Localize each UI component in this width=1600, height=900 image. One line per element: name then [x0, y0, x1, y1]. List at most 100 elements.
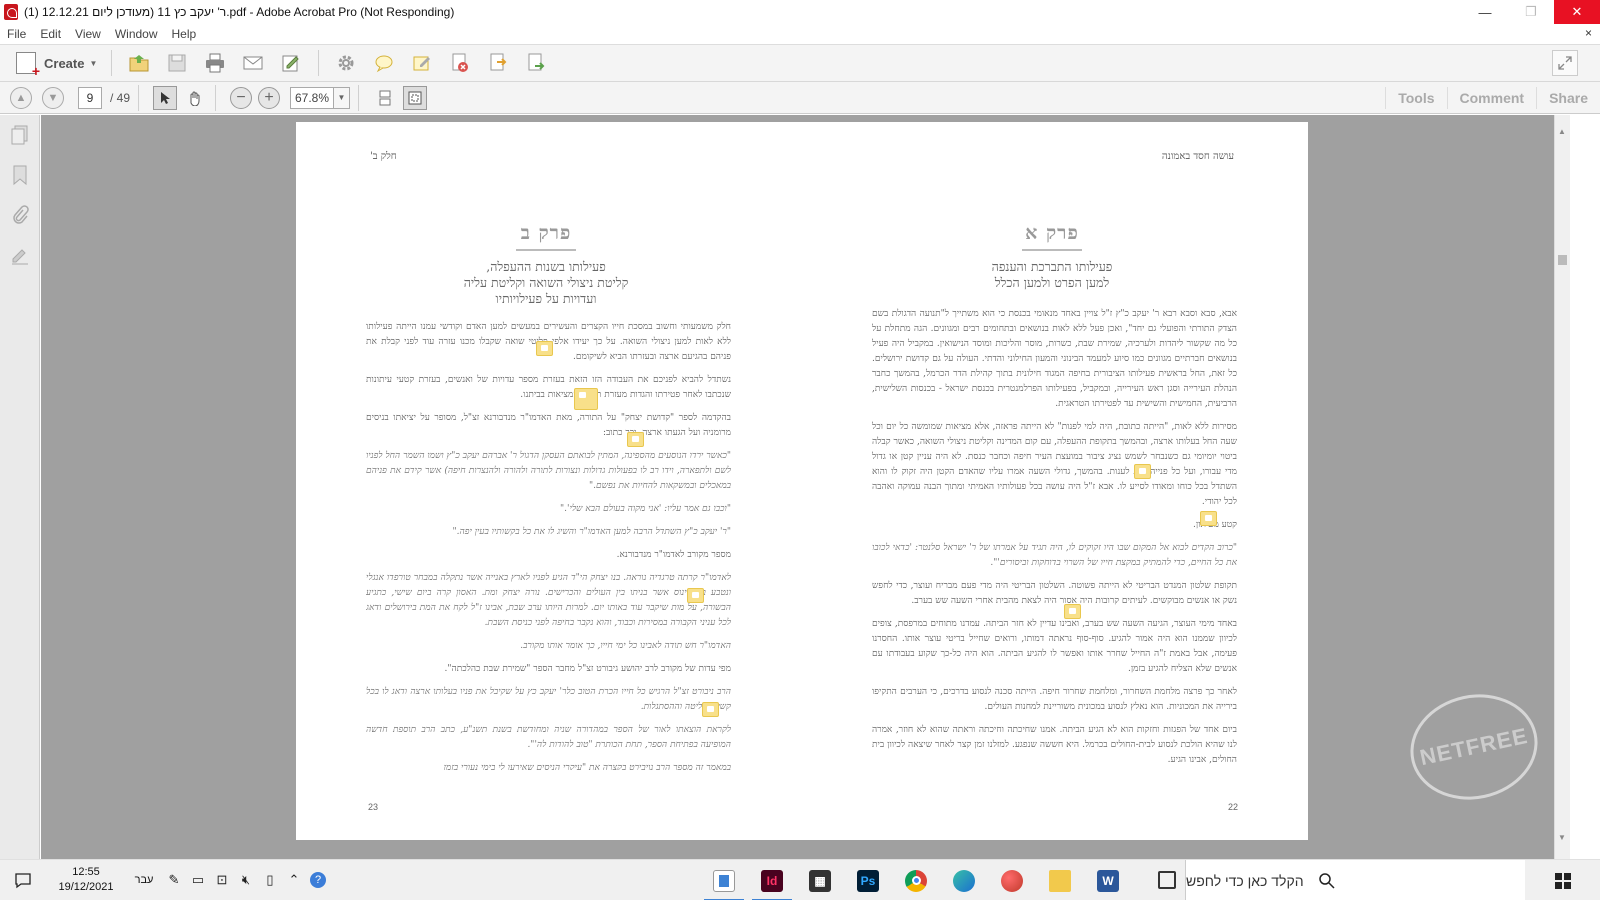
taskbar-edge[interactable]: [940, 860, 988, 900]
attachments-button[interactable]: [0, 195, 40, 235]
comment-note-icon[interactable]: [1200, 511, 1217, 526]
close-document-button[interactable]: ×: [1585, 26, 1592, 40]
scroll-down-icon[interactable]: ▼: [1558, 833, 1566, 842]
hand-tool-button[interactable]: [183, 86, 207, 110]
watermark-text: NETFREE: [1417, 722, 1531, 771]
toolbar-divider: [111, 50, 113, 76]
language-indicator[interactable]: עבר: [126, 874, 162, 886]
tab-share[interactable]: Share: [1536, 87, 1600, 109]
right-chapter-heading: פרק א פעילותו התברכת והענפה למען הפרט ול…: [842, 222, 1262, 291]
comment-note-icon[interactable]: [687, 588, 704, 603]
page-thumbnails-icon: [11, 125, 28, 145]
main-toolbar: Create ▼: [0, 44, 1600, 82]
menu-window[interactable]: Window: [108, 27, 165, 41]
taskbar-file-explorer[interactable]: [1036, 860, 1084, 900]
select-tool-button[interactable]: [153, 85, 178, 110]
zoom-out-button[interactable]: −: [230, 86, 253, 109]
delete-page-icon[interactable]: [447, 50, 473, 76]
bookmark-icon: [13, 165, 27, 186]
task-view-icon[interactable]: [1158, 871, 1176, 889]
taskbar-indesign[interactable]: Id: [748, 860, 796, 900]
taskbar-chrome[interactable]: [892, 860, 940, 900]
left-chapter-title: פרק ב: [520, 222, 572, 244]
document-viewport[interactable]: עושה חסד באמונה פרק א פעילותו התברכת והע…: [41, 115, 1554, 859]
network-icon[interactable]: ⊡: [210, 860, 234, 900]
bookmarks-button[interactable]: [0, 155, 40, 195]
hand-icon: [190, 91, 200, 106]
paragraph: ביום אחד של הפגזות וחזקות הוא לא הגיע הב…: [872, 725, 1237, 765]
send-document-icon[interactable]: [523, 50, 549, 76]
start-button[interactable]: [1525, 860, 1600, 900]
indesign-icon: Id: [761, 869, 783, 892]
paragraph: באחד מימי העוצר, הגיעה השעה שש בערב, ואב…: [872, 619, 1237, 674]
device-icon[interactable]: ▯: [258, 860, 282, 900]
arrow-down-icon: ▼: [47, 91, 59, 104]
close-window-button[interactable]: ✕: [1554, 0, 1600, 24]
page-scroll-icon: [379, 90, 391, 105]
photoshop-icon: Ps: [857, 869, 879, 892]
create-button[interactable]: Create ▼: [10, 49, 103, 79]
highlight-edit-icon[interactable]: [409, 50, 435, 76]
taskbar-search-input[interactable]: הקלד כאן כדי לחפש: [1185, 860, 1525, 900]
left-chapter-subtitle-2: קליטת ניצולי השואה וקליטת עליה: [463, 275, 629, 290]
sign-document-icon[interactable]: [278, 50, 304, 76]
expand-view-button[interactable]: [1552, 50, 1578, 76]
chevron-up-icon[interactable]: ⌃: [282, 860, 306, 900]
settings-gear-icon[interactable]: [333, 50, 359, 76]
comment-note-icon[interactable]: [536, 341, 553, 356]
signatures-button[interactable]: [0, 235, 40, 275]
tab-comment[interactable]: Comment: [1446, 87, 1537, 109]
paragraph: מפי עדות של מקורב לרב יהושע גיבורט זצ"ל …: [444, 664, 731, 674]
taskbar-acrobat[interactable]: [700, 860, 748, 900]
comment-note-icon[interactable]: [627, 432, 644, 447]
open-folder-icon[interactable]: [126, 50, 152, 76]
page-number-input[interactable]: 9: [78, 86, 102, 109]
menu-help[interactable]: Help: [165, 27, 204, 41]
email-icon[interactable]: [240, 50, 266, 76]
menu-view[interactable]: View: [68, 27, 108, 41]
comment-bubble-icon[interactable]: [371, 50, 397, 76]
comment-note-icon[interactable]: [574, 388, 598, 410]
minimize-button[interactable]: —: [1462, 0, 1508, 24]
menu-edit[interactable]: Edit: [33, 27, 68, 41]
comment-note-icon[interactable]: [1134, 464, 1151, 479]
scroll-mode-button[interactable]: [373, 86, 397, 110]
zoom-dropdown-button[interactable]: ▼: [334, 86, 351, 109]
tab-tools[interactable]: Tools: [1385, 87, 1446, 109]
save-icon[interactable]: [164, 50, 190, 76]
vertical-scrollbar[interactable]: ▲ ▼: [1554, 115, 1570, 859]
zoom-level-input[interactable]: 67.8%: [290, 86, 335, 109]
word-icon: W: [1097, 869, 1119, 892]
notifications-button[interactable]: [0, 860, 46, 900]
print-icon[interactable]: [202, 50, 228, 76]
quote-paragraph: "כאשר ירדו הנוסעים מהספינה, המתין לבואתם…: [366, 451, 731, 491]
page-thumbnails-button[interactable]: [0, 115, 40, 155]
search-placeholder: הקלד כאן כדי לחפש: [1186, 872, 1304, 889]
fit-page-button[interactable]: [403, 85, 428, 110]
previous-page-button[interactable]: ▲: [10, 86, 32, 109]
next-page-button[interactable]: ▼: [42, 86, 64, 109]
comment-note-icon[interactable]: [702, 702, 719, 717]
taskbar-word[interactable]: W: [1084, 860, 1132, 900]
chrome-icon: [905, 869, 927, 892]
taskbar-multi-app[interactable]: [988, 860, 1036, 900]
scrollbar-thumb[interactable]: [1558, 255, 1567, 265]
restore-button[interactable]: ❐: [1508, 0, 1554, 24]
calculator-icon: ▦: [809, 869, 831, 892]
export-document-icon[interactable]: [485, 50, 511, 76]
taskbar-apps: Id ▦ Ps W: [700, 860, 1132, 900]
cursor-arrow-icon: [161, 91, 171, 104]
taskbar-photoshop[interactable]: Ps: [844, 860, 892, 900]
battery-icon[interactable]: ▭: [186, 860, 210, 900]
scroll-up-icon[interactable]: ▲: [1558, 127, 1566, 136]
paragraph: תקופת שלטון המנדט הבריטי לא הייתה פשוטה.…: [872, 581, 1237, 606]
pen-icon[interactable]: ✎: [162, 860, 186, 900]
volume-muted-icon[interactable]: 🔇︎: [234, 860, 258, 900]
zoom-in-button[interactable]: +: [258, 86, 281, 109]
paperclip-icon: [13, 205, 29, 224]
comment-note-icon[interactable]: [1064, 604, 1081, 619]
menu-file[interactable]: File: [0, 27, 33, 41]
system-clock[interactable]: 12:55 19/12/2021: [46, 865, 126, 895]
taskbar-calculator[interactable]: ▦: [796, 860, 844, 900]
help-icon[interactable]: ?: [306, 860, 330, 900]
